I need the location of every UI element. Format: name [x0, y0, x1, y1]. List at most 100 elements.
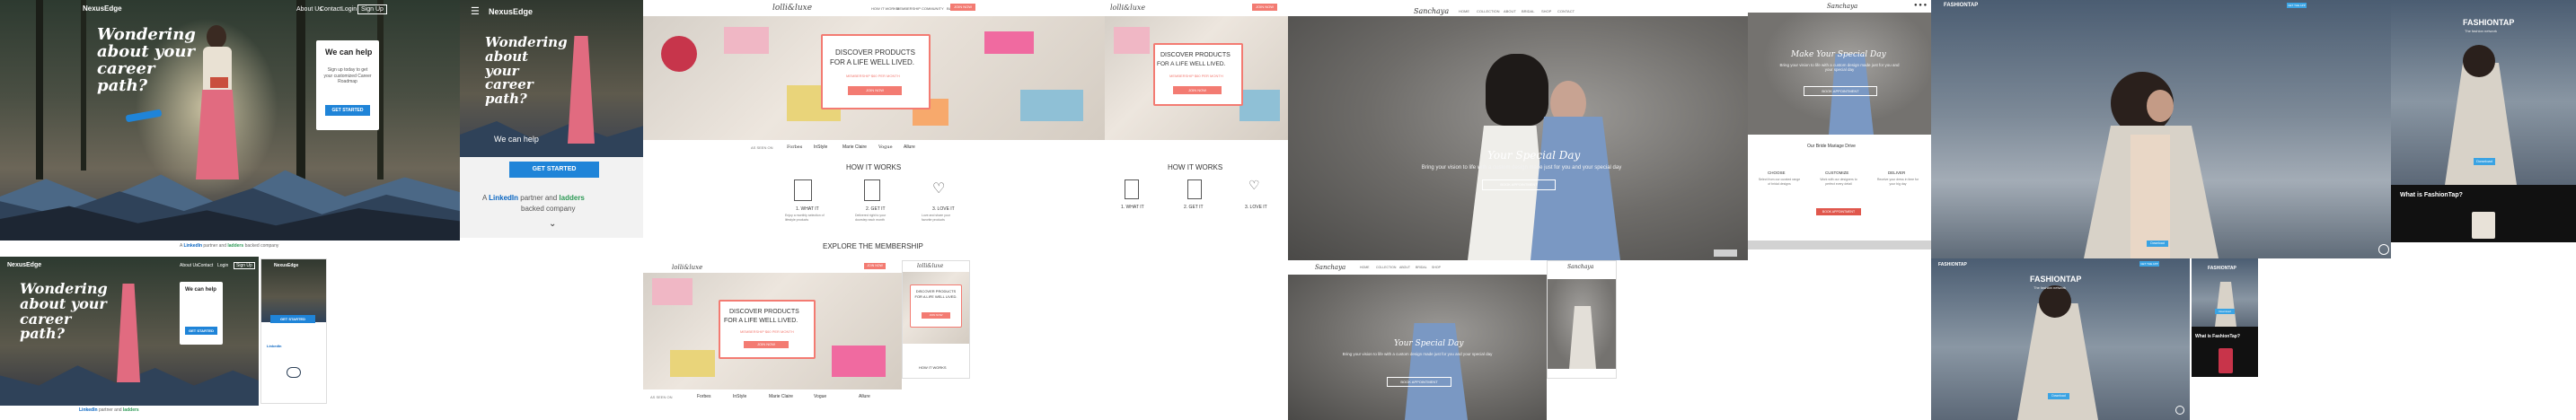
bs-nav-collection[interactable]: COLLECTION — [1376, 266, 1396, 269]
bs-nav-home[interactable]: HOME — [1360, 266, 1370, 269]
bs-nav-shop[interactable]: SHOP — [1432, 266, 1441, 269]
lolli-tablet-join-button[interactable]: JOIN NOW — [1252, 4, 1277, 11]
mobile-get-started-button[interactable]: GET STARTED — [270, 315, 315, 323]
fm-download-button[interactable]: Download — [2215, 309, 2235, 314]
process-cta-button[interactable]: BOOK APPOINTMENT — [1816, 208, 1861, 215]
get-started-button[interactable]: GET STARTED — [325, 105, 370, 116]
what-is-title: What is FashionTap? — [2400, 192, 2463, 198]
bridal-nav-bridal[interactable]: BRIDAL — [1522, 9, 1534, 13]
bridal-tablet-cta[interactable]: BOOK APPOINTMENT — [1804, 86, 1877, 96]
press-logo: Allure — [904, 144, 915, 150]
explore-title[interactable]: EXPLORE THE MEMBERSHIP — [823, 242, 923, 250]
nav-login[interactable]: Login — [341, 6, 357, 13]
fs-logo[interactable]: FASHIONTAP — [1938, 262, 1967, 267]
chevron-down-icon[interactable]: ⌄ — [549, 219, 556, 229]
step-title: 3. LOVE IT — [932, 206, 955, 212]
lolli-join-button[interactable]: JOIN NOW — [950, 4, 975, 11]
nav-about[interactable]: About Us — [296, 6, 322, 13]
t-linkedin-logo: LinkedIn — [489, 194, 519, 202]
t-hero-title-2: FOR A LIFE WELL LIVED. — [1157, 61, 1226, 67]
press-logo: Marie Claire — [842, 144, 867, 150]
fashion-tablet-logo[interactable]: FASHIONTAP — [2463, 18, 2514, 27]
nexus-small-panel: NexusEdge About Us Contact Login Sign Up… — [0, 257, 259, 406]
app-store-button[interactable]: Download — [2147, 241, 2168, 247]
lolli-nav-membership[interactable]: MEMBERSHIP — [896, 6, 921, 11]
chat-icon[interactable] — [2378, 244, 2389, 255]
bridal-nav-about[interactable]: ABOUT — [1504, 9, 1516, 13]
lolli-small-join-button[interactable]: JOIN NOW — [864, 263, 886, 269]
bridal-mobile-brand[interactable]: Sanchaya — [1567, 264, 1593, 270]
s-hero-title-1: DISCOVER PRODUCTS — [729, 309, 799, 315]
mobile-badge-icon — [287, 367, 301, 378]
s-press-logo: InStyle — [733, 394, 747, 399]
bridal-desktop-panel: Sanchaya HOME COLLECTION ABOUT BRIDAL SH… — [1288, 0, 1748, 260]
fashion-nav-cta[interactable]: GET THE APP — [2287, 3, 2307, 8]
tablet-headline: Wondering about your career path? — [485, 34, 568, 107]
fm-logo[interactable]: FASHIONTAP — [2208, 266, 2236, 271]
lolli-nav-how[interactable]: HOW IT WORKS — [871, 6, 899, 11]
fs-chat-icon[interactable] — [2175, 406, 2184, 415]
small-nav-contact[interactable]: Contact — [198, 263, 213, 268]
t-step-icon — [1125, 179, 1139, 199]
hero-title-2: FOR A LIFE WELL LIVED. — [830, 58, 914, 66]
m-how-title: HOW IT WORKS — [919, 365, 947, 370]
cart-icon[interactable]: ● ● ● — [1914, 3, 1927, 8]
fs-nav-cta[interactable]: GET THE APP — [2139, 261, 2159, 267]
ft-download-button[interactable]: Download — [2474, 158, 2495, 165]
mobile-brand[interactable]: NexusEdge — [274, 263, 298, 268]
product-item — [661, 36, 697, 72]
bridal-nav-shop[interactable]: SHOP — [1541, 9, 1551, 13]
bridal-small-panel: Sanchaya HOME COLLECTION ABOUT BRIDAL SH… — [1288, 260, 1547, 420]
bridal-cta-button[interactable]: BOOK APPOINTMENT — [1482, 179, 1556, 190]
ft-model-hair — [2463, 45, 2495, 77]
lolli-brand[interactable]: lolli&luxe — [772, 4, 812, 13]
small-get-started-button[interactable]: GET STARTED — [185, 327, 217, 335]
lolli-desktop-panel: lolli&luxe HOW IT WORKS MEMBERSHIP COMMU… — [643, 0, 1105, 260]
fashiontap-logo[interactable]: FASHIONTAP — [1944, 3, 1978, 8]
step-icon — [794, 179, 812, 201]
s-ladders-logo: ladders — [122, 407, 139, 413]
bridal-nav-home[interactable]: HOME — [1459, 9, 1469, 13]
lolli-tablet-brand[interactable]: lolli&luxe — [1110, 4, 1145, 12]
bs-nav-about[interactable]: ABOUT — [1399, 266, 1410, 269]
bridal-small-cta[interactable]: BOOK APPOINTMENT — [1387, 377, 1451, 387]
s-press-label: AS SEEN ON — [650, 395, 673, 399]
hamburger-icon[interactable]: ☰ — [471, 5, 480, 17]
m-hero-join-button[interactable]: JOIN NOW — [922, 312, 950, 319]
t-step-title: 1. WHAT IT — [1121, 205, 1144, 210]
bridal-nav-collection[interactable]: COLLECTION — [1477, 9, 1500, 13]
t-partner-mid: partner and — [520, 194, 558, 202]
t-hero-join-button[interactable]: JOIN NOW — [1173, 86, 1222, 94]
hero-subtitle: MEMBERSHIP $60 PER MONTH — [846, 74, 900, 78]
small-nav-signup[interactable]: Sign Up — [234, 262, 255, 269]
tablet-brand[interactable]: NexusEdge — [489, 7, 533, 16]
bridal-brand[interactable]: Sanchaya — [1414, 7, 1449, 15]
nav-signup[interactable]: Sign Up — [357, 4, 387, 14]
small-nav-login[interactable]: Login — [217, 263, 228, 268]
bridal-tablet-brand[interactable]: Sanchaya — [1827, 3, 1857, 10]
fs-download-button[interactable]: Download — [2048, 393, 2069, 399]
bs-nav-bridal[interactable]: BRIDAL — [1416, 266, 1427, 269]
lolli-nav-community[interactable]: COMMUNITY — [922, 6, 944, 11]
bridal-small-brand[interactable]: Sanchaya — [1315, 264, 1345, 271]
s-hero-join-button[interactable]: JOIN NOW — [744, 341, 789, 348]
brand-logo[interactable]: NexusEdge — [83, 4, 122, 13]
press-label: AS SEEN ON — [751, 145, 773, 150]
nav-contact[interactable]: Contact — [320, 6, 341, 13]
step-text: Enjoy a monthly selection of lifestyle p… — [785, 214, 825, 222]
hero-join-button[interactable]: JOIN NOW — [848, 86, 902, 95]
bridal-nav-contact[interactable]: CONTACT — [1557, 9, 1575, 13]
process-step-text: Receive your dress in time for your big … — [1876, 178, 1919, 186]
what-is-section: What is FashionTap? — [2391, 185, 2576, 242]
lolli-small-brand[interactable]: lolli&luxe — [672, 264, 702, 271]
small-brand[interactable]: NexusEdge — [7, 262, 41, 268]
tablet-partner-suffix: backed company — [521, 205, 576, 213]
lolli-mobile-brand[interactable]: lolli&luxe — [917, 263, 943, 269]
t-heart-icon: ♡ — [1248, 178, 1260, 192]
tablet-get-started-button[interactable]: GET STARTED — [509, 162, 599, 178]
small-card-title: We can help — [185, 287, 216, 293]
fashion-tablet-panel: FASHIONTAP The fashion network Download … — [2391, 0, 2576, 242]
fashion-tablet-tagline: The fashion network — [2465, 29, 2498, 33]
scroll-top-button[interactable] — [1714, 249, 1737, 257]
small-nav-about[interactable]: About Us — [180, 263, 198, 268]
